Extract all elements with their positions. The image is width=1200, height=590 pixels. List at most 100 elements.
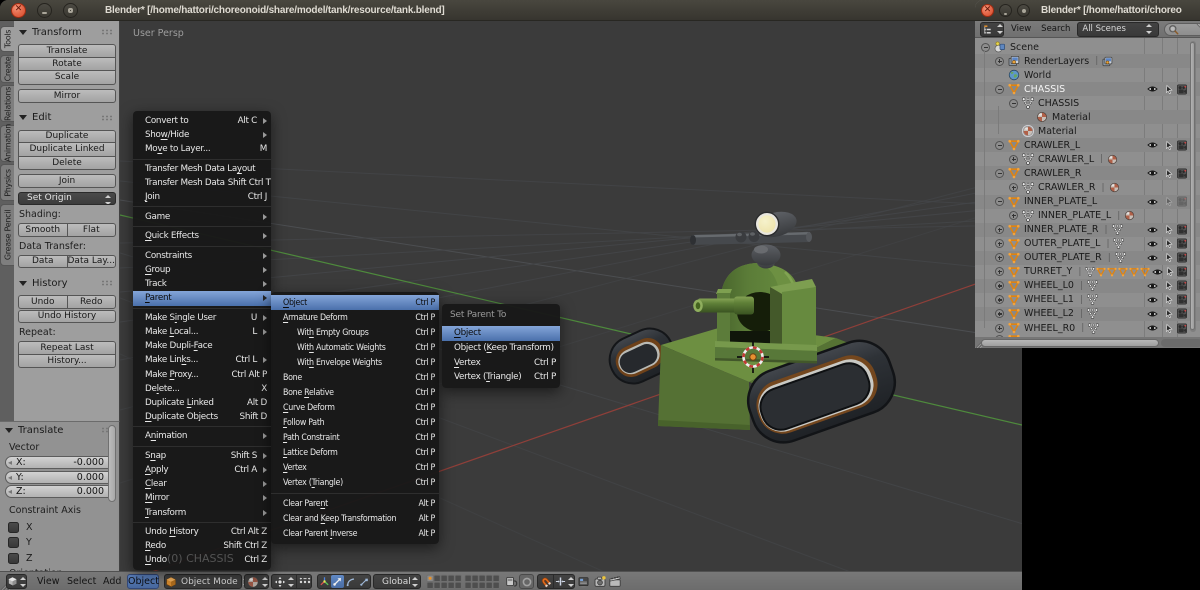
translate-manipulator-button[interactable] [331, 575, 344, 588]
outliner-row-world[interactable]: World [975, 68, 1200, 82]
render-toggle[interactable] [1176, 280, 1188, 291]
outliner-row-inner_plate_l[interactable]: INNER_PLATE_L| [975, 209, 1200, 223]
menu-item-follow-path[interactable]: Follow PathCtrl P [271, 415, 439, 430]
selectable-toggle[interactable] [1161, 224, 1176, 235]
outliner-item-label[interactable]: TURRET_Y [1024, 266, 1072, 277]
shelf-button[interactable]: Data [18, 255, 67, 269]
expander-plus[interactable] [995, 281, 1004, 290]
tool-tab-relations[interactable]: Relations [0, 85, 14, 122]
render-toggle[interactable] [1176, 168, 1188, 179]
outliner-row-inner_plate_r[interactable]: INNER_PLATE_R| [975, 223, 1200, 237]
outliner-row-renderlayers[interactable]: RenderLayers| [975, 54, 1200, 68]
panel-header[interactable]: Transform [14, 24, 119, 40]
vector-x-field[interactable]: X:-0.000 [5, 456, 115, 469]
panel-header[interactable]: Translate [0, 422, 119, 438]
expander-minus[interactable] [995, 85, 1004, 94]
scale-manipulator-button[interactable] [357, 575, 370, 588]
render-toggle[interactable] [1176, 224, 1188, 235]
outliner-item-label[interactable]: INNER_PLATE_R [1024, 224, 1099, 235]
outliner-row-wheel_l0[interactable]: WHEEL_L0| [975, 279, 1200, 293]
render-display-button[interactable] [576, 574, 591, 589]
menu-item-make-proxy-[interactable]: Make Proxy...Ctrl Alt P [133, 367, 271, 381]
outliner-vscrollbar[interactable] [1190, 41, 1196, 332]
menu-item-clear-and-keep-transformation[interactable]: Clear and Keep TransformationAlt P [271, 511, 439, 526]
expander-minus[interactable] [995, 141, 1004, 150]
shelf-button[interactable]: Data Lay... [67, 255, 117, 269]
editor-type-selector[interactable] [980, 22, 1004, 37]
outliner-item-label[interactable]: Material [1038, 126, 1077, 137]
menu-item-snap[interactable]: SnapShift S [133, 449, 271, 463]
expander-plus[interactable] [1009, 183, 1018, 192]
menu-item-transfer-mesh-data-layout[interactable]: Transfer Mesh Data Layout [133, 162, 271, 176]
outliner-item-label[interactable]: CHASSIS [1038, 98, 1079, 109]
tool-tab-create[interactable]: Create [0, 55, 14, 83]
menu-item-make-dupli-face[interactable]: Make Dupli-Face [133, 339, 271, 353]
rotate-manipulator-button[interactable] [344, 575, 357, 588]
shelf-button[interactable]: Scale [18, 71, 116, 85]
outliner-row-crawler_l[interactable]: CRAWLER_L| [975, 152, 1200, 166]
menu-item-duplicate-objects[interactable]: Duplicate ObjectsShift D [133, 410, 271, 424]
vector-z-field[interactable]: Z:0.000 [5, 485, 115, 498]
menu-item-move-to-layer-[interactable]: Move to Layer...M [133, 142, 271, 156]
menu-item-group[interactable]: Group [133, 263, 271, 277]
render-toggle[interactable] [1176, 196, 1188, 207]
menu-item-animation[interactable]: Animation [133, 429, 271, 443]
expander-minus[interactable] [1009, 99, 1018, 108]
outliner-item-label[interactable]: CRAWLER_L [1024, 140, 1080, 151]
render-toggle[interactable] [1176, 294, 1188, 305]
menu-item-bone[interactable]: BoneCtrl P [271, 370, 439, 385]
header-menu-object[interactable]: Object [127, 574, 159, 589]
hide-toggle[interactable] [1143, 140, 1161, 150]
outliner-item-label[interactable]: INNER_PLATE_L [1024, 196, 1097, 207]
outliner-row-outer_plate_r[interactable]: OUTER_PLATE_R| [975, 251, 1200, 265]
menu-item-object-keep-transform-[interactable]: Object (Keep Transform) [442, 341, 560, 356]
selectable-toggle[interactable] [1161, 84, 1176, 95]
menu-item-with-automatic-weights[interactable]: With Automatic WeightsCtrl P [271, 340, 439, 355]
outliner-row-chassis[interactable]: CHASSIS [975, 82, 1200, 96]
render-toggle[interactable] [1176, 252, 1188, 263]
outliner-item-label[interactable]: RenderLayers [1024, 56, 1089, 67]
opengl-render-button[interactable] [592, 574, 607, 589]
set-origin-dropdown[interactable]: Set Origin [18, 192, 116, 206]
expander-minus[interactable] [995, 169, 1004, 178]
close-button[interactable] [11, 3, 26, 18]
menu-item-clear-parent-inverse[interactable]: Clear Parent InverseAlt P [271, 526, 439, 541]
shelf-button[interactable]: Delete [18, 157, 116, 171]
hide-toggle[interactable] [1143, 281, 1161, 291]
hide-toggle[interactable] [1143, 239, 1161, 249]
menu-item-lattice-deform[interactable]: Lattice DeformCtrl P [271, 445, 439, 460]
maximize-button[interactable] [63, 3, 78, 18]
menu-item-quick-effects[interactable]: Quick Effects [133, 229, 271, 243]
tool-tab-tools[interactable]: Tools [0, 26, 14, 52]
outliner-hscrollbar[interactable] [975, 337, 1200, 348]
shelf-button[interactable]: History... [18, 355, 116, 369]
region-resize-grip[interactable] [1194, 23, 1200, 34]
selectable-toggle[interactable] [1161, 168, 1176, 179]
menu-item-clear-parent[interactable]: Clear ParentAlt P [271, 496, 439, 511]
outliner-item-label[interactable]: WHEEL_L2 [1024, 308, 1074, 319]
menu-item-object[interactable]: ObjectCtrl P [271, 295, 439, 310]
expander-plus[interactable] [995, 267, 1004, 276]
constraint-axis-x-checkbox[interactable] [8, 522, 19, 533]
outliner-item-label[interactable]: INNER_PLATE_L [1038, 210, 1111, 221]
manipulator-toggle[interactable] [318, 575, 331, 588]
outliner-item-label[interactable]: Material [1052, 112, 1091, 123]
menu-item-with-empty-groups[interactable]: With Empty GroupsCtrl P [271, 325, 439, 340]
shelf-button[interactable]: Translate [18, 44, 116, 58]
expander-plus[interactable] [995, 324, 1004, 333]
snap-toggle[interactable] [539, 576, 552, 588]
snap-group[interactable] [537, 574, 575, 589]
selectable-toggle[interactable] [1161, 252, 1176, 263]
layers-widget[interactable] [426, 574, 504, 589]
outliner-row-material[interactable]: Material [975, 124, 1200, 138]
hide-toggle[interactable] [1143, 84, 1161, 94]
menu-item-bone-relative[interactable]: Bone RelativeCtrl P [271, 385, 439, 400]
editor-type-selector[interactable] [6, 574, 27, 589]
tool-tab-grease-pencil[interactable]: Grease Pencil [0, 204, 14, 266]
outliner-titlebar[interactable]: Blender* [/home/hattori/choreo [975, 0, 1200, 21]
outliner-row-material[interactable]: Material [975, 110, 1200, 124]
outliner-item-label[interactable]: CRAWLER_R [1024, 168, 1081, 179]
selectable-toggle[interactable] [1164, 266, 1176, 277]
hide-toggle[interactable] [1143, 309, 1161, 319]
menu-item-clear[interactable]: Clear [133, 477, 271, 491]
